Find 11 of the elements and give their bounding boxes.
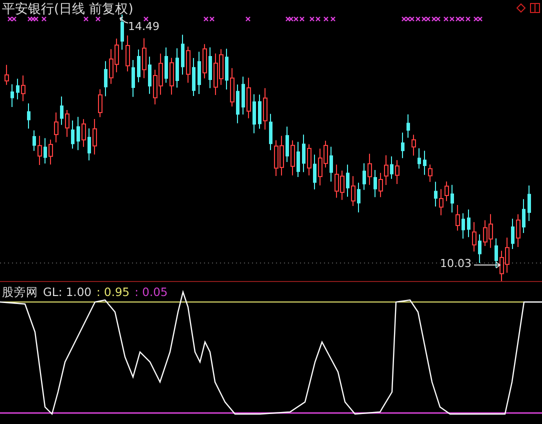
leader-line: [120, 16, 128, 24]
leader-line: [474, 262, 501, 268]
upper-value: : 0.95: [96, 285, 130, 300]
chart-title: 平安银行(日线 前复权): [2, 1, 134, 18]
low-price-label: 10.03: [440, 257, 472, 270]
high-price-label: 14.49: [128, 20, 160, 33]
indicator-label: GL: 1.00: [43, 285, 92, 300]
diamond-icon[interactable]: [516, 3, 526, 13]
panel-icon[interactable]: [530, 3, 540, 13]
lower-value: : 0.05: [134, 285, 168, 300]
indicator-name: 股旁网: [2, 285, 38, 300]
